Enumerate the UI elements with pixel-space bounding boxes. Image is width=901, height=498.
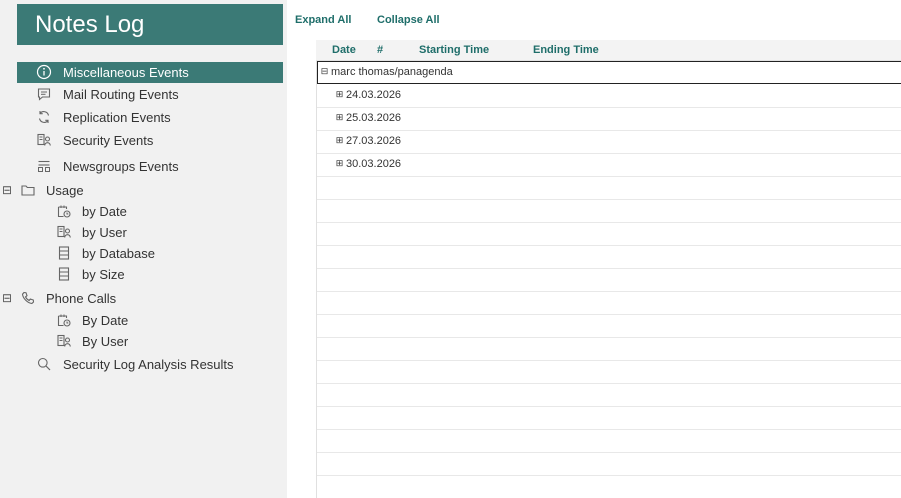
empty-row	[317, 314, 901, 338]
calendar-icon	[56, 312, 72, 328]
sidebar-item-security-events[interactable]: Security Events	[0, 130, 287, 151]
expand-toggle-icon[interactable]: ⊞	[335, 136, 344, 145]
sidebar-item-newsgroups-events[interactable]: Newsgroups Events	[0, 156, 287, 177]
sidebar-item-label: Usage	[46, 183, 84, 198]
column-header-number[interactable]: #	[377, 44, 383, 56]
table-row[interactable]: ⊞ 25.03.2026	[317, 107, 901, 131]
sidebar-item-usage-by-user[interactable]: by User	[0, 222, 287, 243]
folder-icon	[20, 182, 36, 198]
sidebar-item-phone-by-date[interactable]: By Date	[0, 310, 287, 331]
empty-row	[317, 199, 901, 223]
empty-row	[317, 176, 901, 200]
app-title: Notes Log	[17, 4, 283, 45]
sidebar: Notes Log Miscellaneous Events Mail Rout…	[0, 0, 287, 498]
sidebar-item-replication-events[interactable]: Replication Events	[0, 107, 287, 128]
calendar-icon	[56, 203, 72, 219]
empty-row	[317, 245, 901, 269]
sidebar-item-mail-routing-events[interactable]: Mail Routing Events	[0, 84, 287, 105]
collapse-all-button[interactable]: Collapse All	[377, 14, 440, 26]
collapse-toggle-icon[interactable]: ⊟	[2, 180, 12, 201]
search-icon	[36, 356, 52, 372]
collapse-toggle-icon[interactable]: ⊟	[320, 67, 329, 76]
expand-all-button[interactable]: Expand All	[295, 14, 351, 26]
sidebar-item-label: by User	[82, 225, 127, 240]
empty-row	[317, 452, 901, 476]
table-row[interactable]: ⊞ 27.03.2026	[317, 130, 901, 154]
expand-toggle-icon[interactable]: ⊞	[335, 159, 344, 168]
expand-toggle-icon[interactable]: ⊞	[335, 90, 344, 99]
database-icon	[56, 266, 72, 282]
grid-body: ⊟ marc thomas/panagenda ⊞ 24.03.2026 ⊞ 2…	[316, 61, 901, 498]
toolbar: Expand All Collapse All	[287, 0, 901, 40]
sidebar-item-security-log-analysis-results[interactable]: Security Log Analysis Results	[0, 354, 287, 375]
security-icon	[36, 132, 52, 148]
empty-row	[317, 383, 901, 407]
sidebar-item-label: Miscellaneous Events	[63, 65, 189, 80]
sidebar-item-usage[interactable]: ⊟ Usage	[0, 180, 287, 201]
sidebar-item-phone-calls[interactable]: ⊟ Phone Calls	[0, 288, 287, 309]
empty-row	[317, 360, 901, 384]
table-row[interactable]: ⊞ 30.03.2026	[317, 153, 901, 177]
user-icon	[56, 333, 72, 349]
table-row[interactable]: ⊟ marc thomas/panagenda	[317, 61, 901, 84]
sidebar-item-usage-by-database[interactable]: by Database	[0, 243, 287, 264]
table-row[interactable]: ⊞ 24.03.2026	[317, 84, 901, 108]
sidebar-item-label: Mail Routing Events	[63, 87, 179, 102]
sidebar-item-label: Security Events	[63, 133, 154, 148]
empty-row	[317, 222, 901, 246]
sidebar-item-label: by Size	[82, 267, 125, 282]
replication-icon	[36, 109, 52, 125]
row-label: 25.03.2026	[346, 112, 402, 124]
row-label: 30.03.2026	[346, 158, 402, 170]
grid-header: Date # Starting Time Ending Time	[316, 40, 901, 61]
sidebar-item-usage-by-size[interactable]: by Size	[0, 264, 287, 285]
row-label: marc thomas/panagenda	[331, 66, 453, 78]
database-icon	[56, 245, 72, 261]
mail-icon	[36, 86, 52, 102]
empty-row	[317, 337, 901, 361]
empty-row	[317, 268, 901, 292]
sidebar-item-usage-by-date[interactable]: by Date	[0, 201, 287, 222]
user-icon	[56, 224, 72, 240]
newsgroups-icon	[36, 158, 52, 174]
empty-row	[317, 406, 901, 430]
sidebar-item-label: by Date	[82, 204, 127, 219]
empty-row	[317, 429, 901, 453]
phone-icon	[20, 290, 36, 306]
row-label: 27.03.2026	[346, 135, 402, 147]
expand-toggle-icon[interactable]: ⊞	[335, 113, 344, 122]
sidebar-item-phone-by-user[interactable]: By User	[0, 331, 287, 352]
column-header-ending-time[interactable]: Ending Time	[533, 44, 599, 56]
column-header-starting-time[interactable]: Starting Time	[419, 44, 489, 56]
sidebar-item-label: By Date	[82, 313, 129, 328]
sidebar-item-label: By User	[82, 334, 129, 349]
collapse-toggle-icon[interactable]: ⊟	[2, 288, 12, 309]
sidebar-item-label: Phone Calls	[46, 291, 117, 306]
sidebar-item-label: Newsgroups Events	[63, 159, 179, 174]
sidebar-item-label: by Database	[82, 246, 155, 261]
empty-row	[317, 291, 901, 315]
info-icon	[36, 64, 52, 80]
sidebar-item-label: Replication Events	[63, 110, 171, 125]
sidebar-item-label: Security Log Analysis Results	[63, 357, 234, 372]
row-label: 24.03.2026	[346, 89, 402, 101]
column-header-date[interactable]: Date	[332, 44, 356, 56]
sidebar-item-miscellaneous-events[interactable]: Miscellaneous Events	[17, 62, 283, 83]
